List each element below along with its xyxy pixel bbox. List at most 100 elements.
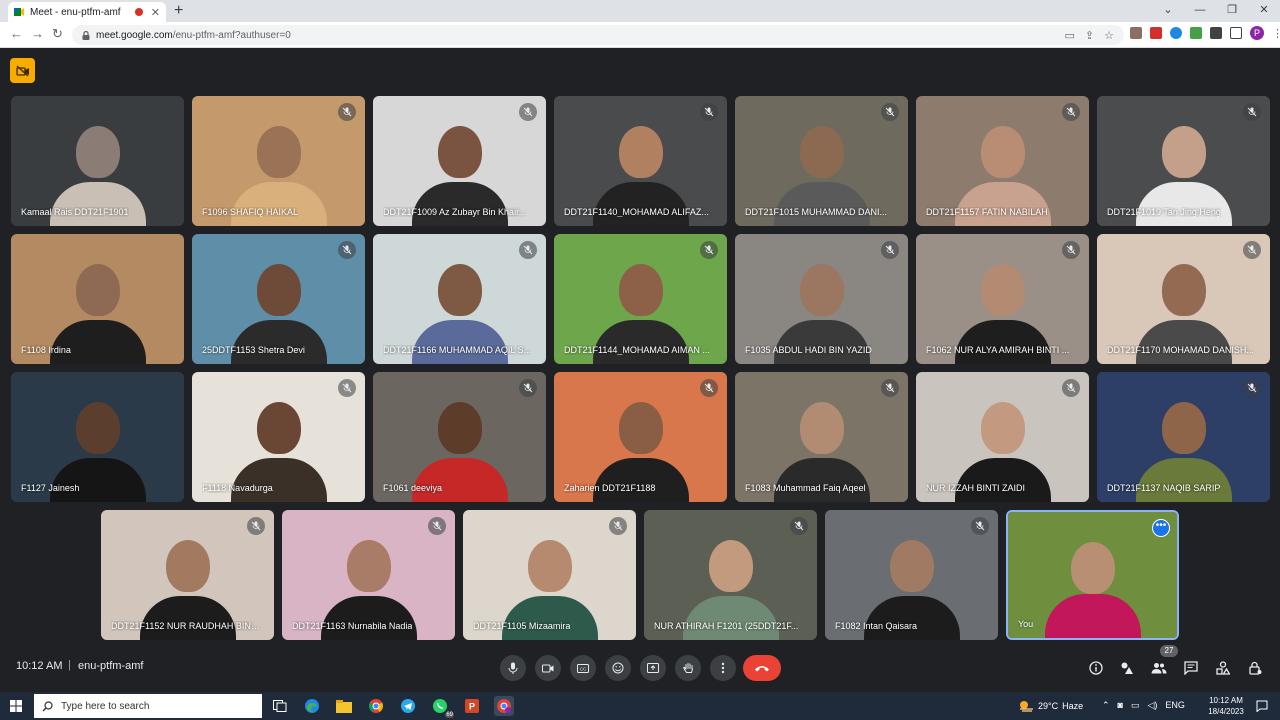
extension-icon[interactable] <box>1130 27 1142 39</box>
reactions-button[interactable] <box>605 655 631 681</box>
chat-icon <box>1184 661 1198 675</box>
volume-icon[interactable]: ◁) <box>1148 700 1158 711</box>
new-tab-button[interactable]: + <box>174 2 183 20</box>
captions-button[interactable]: CC <box>570 655 596 681</box>
participant-body <box>49 458 146 502</box>
participant-tile[interactable]: F1082 Intan Qaisara <box>825 510 998 640</box>
present-screen-button[interactable] <box>640 655 666 681</box>
whatsapp-icon[interactable]: 69 <box>430 696 454 718</box>
closed-captions-icon: CC <box>577 663 589 673</box>
reload-button[interactable]: ↻ <box>52 26 63 42</box>
participant-face <box>165 540 210 592</box>
camera-button[interactable] <box>535 655 561 681</box>
side-panel-icon[interactable] <box>1230 27 1242 39</box>
participant-tile[interactable]: 25DDTF1153 Shetra Devi <box>192 234 365 364</box>
participant-face <box>1161 126 1206 178</box>
people-button[interactable] <box>1150 659 1168 677</box>
bookmark-star-icon[interactable]: ☆ <box>1104 29 1114 42</box>
raise-hand-button[interactable] <box>675 655 701 681</box>
participant-name: 25DDTF1153 Shetra Devi <box>202 345 305 355</box>
participant-tile[interactable]: Zaharien DDT21F1188 <box>554 372 727 502</box>
pdf-extension-icon[interactable] <box>1150 27 1162 39</box>
participant-tile[interactable]: F1108 Irdina <box>11 234 184 364</box>
participant-tile[interactable]: Kamaal Rais DDT21F1901 <box>11 96 184 226</box>
participant-tile[interactable]: DDT21F1157 FATIN NABILAH <box>916 96 1089 226</box>
participant-tile[interactable]: NUR ATHIRAH F1201 (25DDT21F... <box>644 510 817 640</box>
participant-tile[interactable]: F1062 NUR ALYA AMIRAH BINTI ... <box>916 234 1089 364</box>
extension-icon[interactable] <box>1170 27 1182 39</box>
chrome-profile-icon[interactable] <box>494 696 514 716</box>
leave-call-button[interactable] <box>743 655 781 681</box>
participant-tile[interactable]: NUR IZZAH BINTI ZAIDI <box>916 372 1089 502</box>
profile-avatar[interactable]: P <box>1250 26 1264 40</box>
maximize-button[interactable]: ❐ <box>1216 0 1248 22</box>
participant-tile[interactable]: DDT21F1105 Mizaamira <box>463 510 636 640</box>
network-icon[interactable]: ▭ <box>1131 700 1140 711</box>
browser-tab[interactable]: Meet - enu-ptfm-amf ✕ <box>8 2 166 22</box>
host-safety-button[interactable] <box>1246 659 1264 677</box>
recording-indicator-icon <box>134 8 143 16</box>
edge-browser-icon[interactable] <box>302 696 322 716</box>
taskbar-clock[interactable]: 10:12 AM 18/4/2023 <box>1204 695 1248 717</box>
emoji-icon <box>612 662 624 674</box>
participant-face <box>799 126 844 178</box>
taskbar-search-box[interactable]: Type here to search <box>34 694 262 718</box>
participant-tile[interactable]: DDT21F1137 NAQIB SARIP <box>1097 372 1270 502</box>
mic-muted-icon <box>338 379 356 397</box>
chat-button[interactable] <box>1182 659 1200 677</box>
participant-tile[interactable]: F1127 Jainesh <box>11 372 184 502</box>
close-window-button[interactable]: ✕ <box>1248 0 1280 22</box>
taskbar-time: 10:12 AM <box>1209 696 1243 705</box>
participant-tile[interactable]: DDT21F1152 NUR RAUDHAH BINT... <box>101 510 274 640</box>
participant-tile[interactable]: DDT21F1019 Tan Jing Heng <box>1097 96 1270 226</box>
participant-tile[interactable]: DDT21F1140_MOHAMAD ALIFAZ... <box>554 96 727 226</box>
share-icon[interactable]: ⇪ <box>1085 29 1094 42</box>
camera-in-use-icon[interactable]: ▭ <box>1065 29 1075 42</box>
activities-button[interactable] <box>1214 659 1232 677</box>
tab-search-icon[interactable]: ⌄ <box>1152 0 1184 22</box>
windows-start-icon[interactable] <box>10 700 22 712</box>
participant-tile[interactable]: DDT21F1170 MOHAMAD DANISH... <box>1097 234 1270 364</box>
file-explorer-icon[interactable] <box>334 696 354 716</box>
participant-tile[interactable]: F1035 ABDUL HADI BIN YAZID <box>735 234 908 364</box>
participant-name: DDT21F1170 MOHAMAD DANISH... <box>1107 345 1254 355</box>
participant-tile[interactable]: F1096 SHAFIQ HAIKAL <box>192 96 365 226</box>
telegram-icon[interactable] <box>398 696 418 716</box>
participant-name: NUR IZZAH BINTI ZAIDI <box>926 483 1025 493</box>
extension-icon[interactable] <box>1190 27 1202 39</box>
participant-tile[interactable]: F1083 Muhammad Faiq Aqeel <box>735 372 908 502</box>
more-options-button[interactable] <box>710 655 736 681</box>
tab-close-icon[interactable]: ✕ <box>151 6 160 19</box>
browser-menu-icon[interactable]: ⋮ <box>1272 27 1280 40</box>
participant-tile[interactable]: DDT21F1009 Az Zubayr Bin Khair... <box>373 96 546 226</box>
self-video-tile[interactable]: You ••• <box>1006 510 1179 640</box>
input-language[interactable]: ENG <box>1165 700 1185 711</box>
meet-tray-icon[interactable]: ◙ <box>1118 700 1123 711</box>
powerpoint-icon[interactable]: P <box>462 696 482 716</box>
microphone-button[interactable] <box>500 655 526 681</box>
mic-muted-icon <box>1062 241 1080 259</box>
back-button[interactable]: ← <box>10 26 23 42</box>
camera-off-badge-icon[interactable] <box>10 58 35 83</box>
show-hidden-icons-icon[interactable]: ⌃ <box>1102 700 1110 711</box>
meeting-details-button[interactable] <box>1087 659 1105 677</box>
minimize-button[interactable]: — <box>1184 0 1216 22</box>
puzzle-extensions-icon[interactable] <box>1210 27 1222 39</box>
participant-tile[interactable]: DDT21F1163 Nurnabila Nadia <box>282 510 455 640</box>
temperature: 29°C <box>1038 701 1059 711</box>
chrome-icon[interactable] <box>366 696 386 716</box>
host-controls-button[interactable] <box>1118 659 1136 677</box>
participant-tile[interactable]: F1118 Navadurga <box>192 372 365 502</box>
participant-tile[interactable]: DDT21F1144_MOHAMAD AIMAN ... <box>554 234 727 364</box>
forward-button[interactable]: → <box>31 26 44 42</box>
participant-tile[interactable]: DDT21F1015 MUHAMMAD DANI... <box>735 96 908 226</box>
task-view-icon[interactable] <box>270 696 290 716</box>
participant-face <box>1161 264 1206 316</box>
weather-widget[interactable]: 29°C Haze <box>1018 700 1083 712</box>
participant-tile[interactable]: F1061 deeviya <box>373 372 546 502</box>
tile-more-options-icon[interactable]: ••• <box>1152 519 1170 537</box>
notifications-icon[interactable] <box>1256 700 1268 712</box>
participant-face <box>618 126 663 178</box>
url-bar[interactable]: meet.google.com/enu-ptfm-amf?authuser=0 … <box>72 25 1124 45</box>
participant-tile[interactable]: DDT21F1166 MUHAMMAD AQIL S... <box>373 234 546 364</box>
